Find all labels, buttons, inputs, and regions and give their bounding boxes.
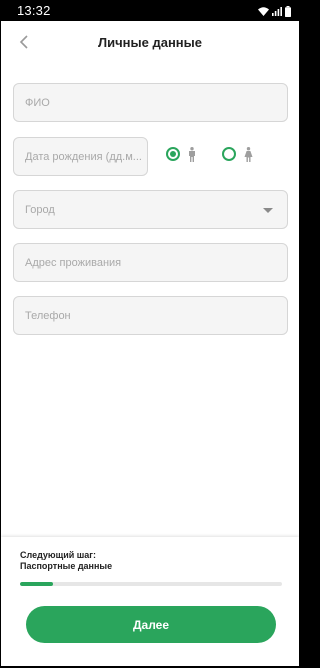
next-step-name: Паспортные данные: [20, 561, 113, 571]
progress-bar: [20, 582, 282, 586]
birth-date-field[interactable]: Дата рождения (дд.м...: [13, 137, 148, 176]
status-time: 13:32: [17, 3, 51, 18]
birth-date-placeholder: Дата рождения (дд.м...: [25, 150, 141, 163]
phone-placeholder: Телефон: [25, 309, 71, 322]
status-bar: 13:32: [1, 1, 299, 21]
battery-icon: [285, 5, 291, 17]
address-field[interactable]: Адрес проживания: [13, 243, 288, 282]
next-button[interactable]: Далее: [26, 606, 276, 643]
next-step-info: Следующий шаг: Паспортные данные: [20, 550, 112, 572]
page-title: Личные данные: [98, 35, 202, 50]
signal-icon: [272, 6, 282, 16]
gender-male-radio[interactable]: [166, 147, 180, 161]
wifi-icon: [258, 6, 269, 16]
city-select[interactable]: Город: [13, 190, 288, 229]
phone-field[interactable]: Телефон: [13, 296, 288, 335]
next-step-title: Следующий шаг:: [20, 550, 97, 560]
city-placeholder: Город: [25, 203, 55, 216]
status-icons: [258, 5, 291, 17]
female-icon: [244, 146, 253, 162]
full-name-field[interactable]: ФИО: [13, 83, 288, 122]
gender-male-option[interactable]: [166, 145, 196, 163]
progress-fill: [20, 582, 53, 586]
address-placeholder: Адрес проживания: [25, 256, 122, 269]
full-name-placeholder: ФИО: [25, 96, 50, 109]
chevron-down-icon: [263, 208, 273, 213]
app-screen: 13:32 Личные данные ФИО Дата рождения (д…: [1, 1, 299, 666]
gender-female-option[interactable]: [222, 145, 253, 163]
male-icon: [189, 146, 195, 162]
gender-female-radio[interactable]: [222, 147, 236, 161]
bottom-panel: Следующий шаг: Паспортные данные Далее: [1, 537, 299, 666]
header: Личные данные: [1, 21, 299, 63]
